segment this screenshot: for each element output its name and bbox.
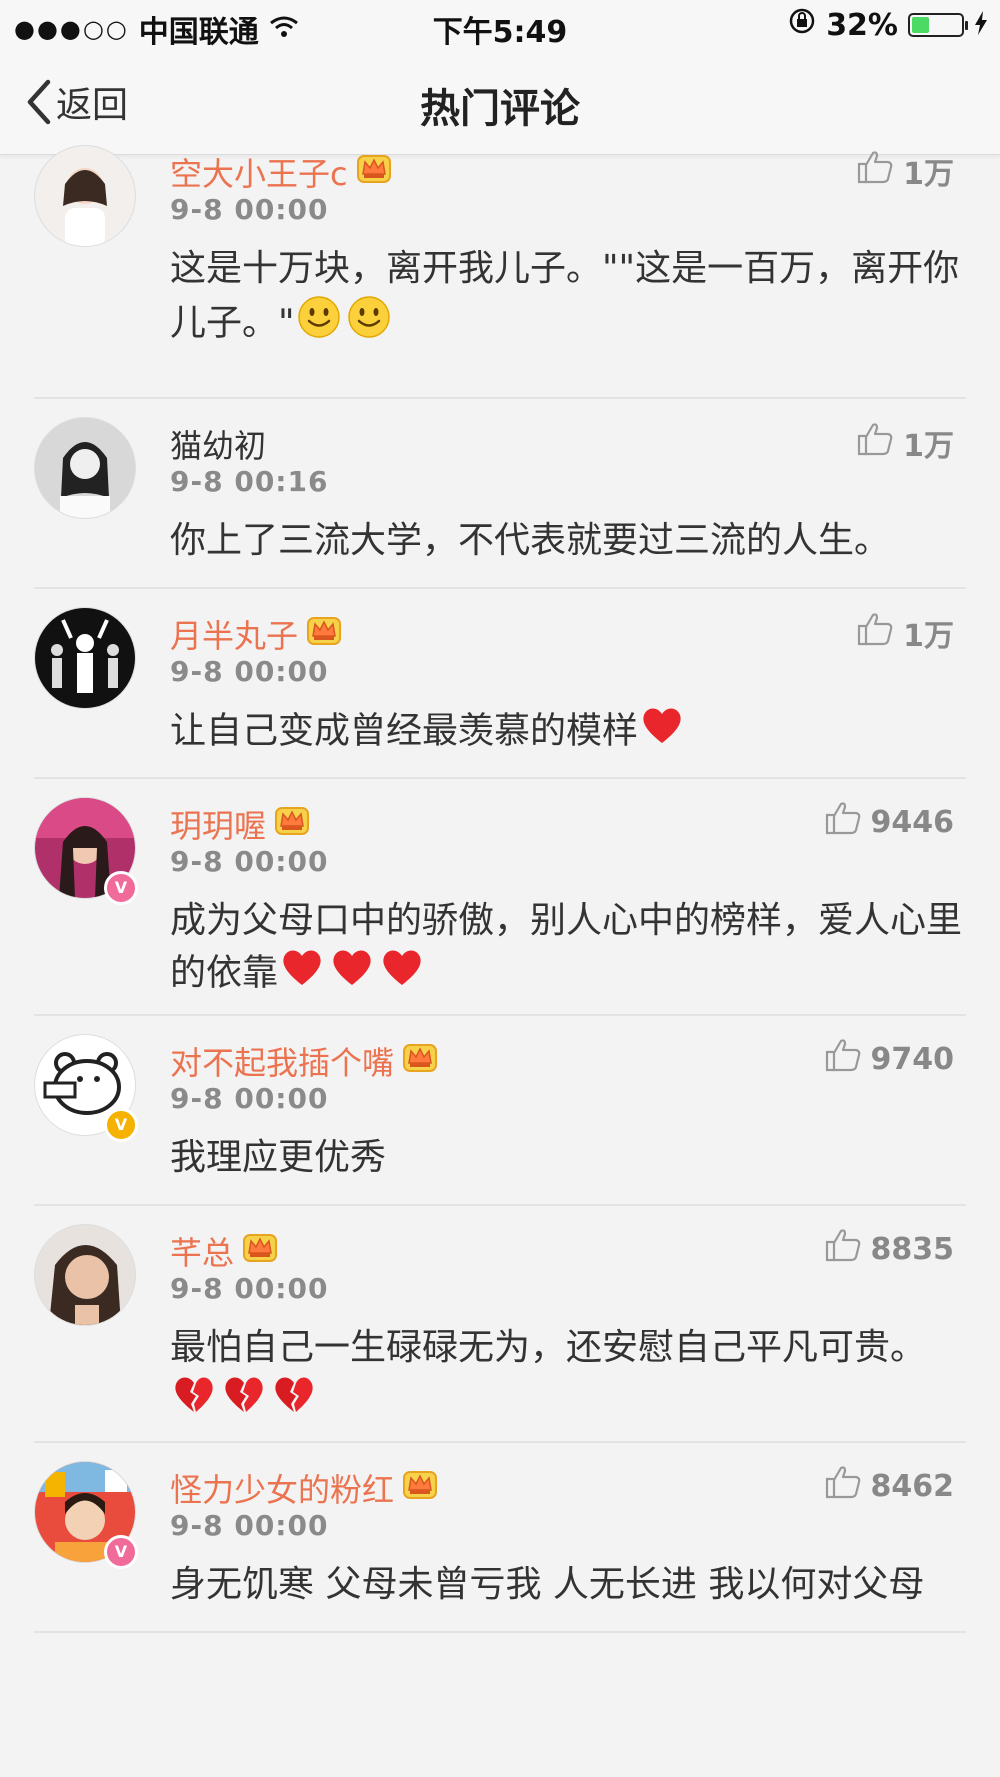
thumbs-up-icon <box>825 1228 861 1270</box>
vip-crown-icon <box>274 804 310 844</box>
comment-text: 最怕自己一生碌碌无为，还安慰自己平凡可贵。 <box>170 1322 966 1429</box>
charging-bolt-icon <box>974 8 988 43</box>
user-avatar[interactable] <box>34 607 136 709</box>
comment-text-content: 最怕自己一生碌碌无为，还安慰自己平凡可贵。 <box>170 1327 927 1368</box>
comment-time: 9-8 00:00 <box>170 655 329 688</box>
like-count: 1万 <box>903 429 954 464</box>
broken-heart-emoji <box>172 1374 216 1429</box>
comment-text: 让自己变成曾经最羡慕的模样 <box>170 705 966 760</box>
comment-item[interactable]: V 怪力少女的粉红 9-8 00:00 8462 身无饥寒 父母未曾亏我 人无长进 我以… <box>34 1443 966 1633</box>
comment-item[interactable]: 月半丸子 9-8 00:00 1万让自己变成曾经最羡慕的模样 <box>34 589 966 779</box>
comment-time: 9-8 00:00 <box>170 1082 329 1115</box>
thumbs-up-icon <box>857 612 893 654</box>
battery-icon <box>908 13 968 37</box>
comment-text: 你上了三流大学，不代表就要过三流的人生。 <box>170 515 966 567</box>
member-badge-icon: V <box>104 1535 138 1569</box>
like-button[interactable]: 1万 <box>857 611 954 655</box>
user-name-text: 对不起我插个嘴 <box>170 1044 395 1082</box>
like-button[interactable]: 8462 <box>825 1465 955 1507</box>
like-count: 1万 <box>903 619 954 654</box>
comment-text-content: 这是十万块，离开我儿子。""这是一百万，离开你儿子。" <box>170 248 960 344</box>
like-button[interactable]: 9446 <box>825 801 955 843</box>
comment-time: 9-8 00:00 <box>170 845 329 878</box>
user-name[interactable]: 月半丸子 <box>170 611 342 657</box>
member-badge-icon: V <box>104 871 138 905</box>
user-name[interactable]: 玥玥喔 <box>170 801 310 847</box>
comment-item[interactable]: 猫幼初 9-8 00:16 1万你上了三流大学，不代表就要过三流的人生。 <box>34 399 966 589</box>
comment-time: 9-8 00:16 <box>170 465 329 498</box>
comment-item[interactable]: 空大小王子c 9-8 00:00 1万这是十万块，离开我儿子。""这是一百万，离开你… <box>34 145 966 399</box>
user-name-text: 月半丸子 <box>170 617 299 655</box>
orientation-lock-icon <box>788 7 816 43</box>
vip-crown-icon <box>356 152 392 192</box>
like-count: 8835 <box>870 1231 955 1267</box>
user-name-text: 芊总 <box>170 1234 235 1272</box>
thumbs-up-icon <box>825 1465 861 1507</box>
like-button[interactable]: 1万 <box>857 421 954 465</box>
vip-crown-icon <box>402 1041 438 1081</box>
like-count: 8462 <box>870 1468 955 1504</box>
smile-emoji <box>347 295 391 354</box>
comment-item[interactable]: 芊总 9-8 00:00 8835 最怕自己一生碌碌无为，还安慰自己平凡可贵。 <box>34 1206 966 1443</box>
like-button[interactable]: 8835 <box>825 1228 955 1270</box>
user-avatar[interactable] <box>34 417 136 519</box>
comment-text: 这是十万块，离开我儿子。""这是一百万，离开你儿子。" <box>170 243 966 354</box>
comment-list: 空大小王子c 9-8 00:00 1万 这是十万块，离开我儿子。""这是一百万，离开你… <box>0 145 1000 1633</box>
user-avatar[interactable] <box>34 1224 136 1326</box>
user-name-text: 怪力少女的粉红 <box>170 1471 395 1509</box>
thumbs-up-icon <box>857 422 893 464</box>
comment-text-content: 身无饥寒 父母未曾亏我 人无长进 我以何对父母 <box>170 1564 925 1605</box>
verified-badge-icon: V <box>104 1108 138 1142</box>
thumbs-up-icon <box>825 801 861 843</box>
user-name[interactable]: 猫幼初 <box>170 421 266 467</box>
like-count: 9740 <box>870 1041 955 1077</box>
comment-time: 9-8 00:00 <box>170 1272 329 1305</box>
comment-item[interactable]: V 对不起我插个嘴 9-8 00:00 9740 我理应更优秀 <box>34 1016 966 1206</box>
page-title: 热门评论 <box>420 86 580 132</box>
comment-text: 身无饥寒 父母未曾亏我 人无长进 我以何对父母 <box>170 1559 966 1611</box>
broken-heart-emoji <box>272 1374 316 1429</box>
user-name[interactable]: 怪力少女的粉红 <box>170 1465 438 1511</box>
thumbs-up-icon <box>857 150 893 192</box>
vip-crown-icon <box>242 1231 278 1271</box>
like-button[interactable]: 9740 <box>825 1038 955 1080</box>
user-name-text: 猫幼初 <box>170 427 267 465</box>
navigation-bar: 返回 热门评论 <box>0 52 1000 155</box>
comment-text: 成为父母口中的骄傲，别人心中的榜样，爱人心里的依靠 <box>170 895 966 1002</box>
battery-percent: 32% <box>826 7 898 43</box>
like-button[interactable]: 1万 <box>857 149 954 193</box>
like-count: 9446 <box>870 804 955 840</box>
user-name[interactable]: 对不起我插个嘴 <box>170 1038 438 1084</box>
comment-time: 9-8 00:00 <box>170 1509 329 1542</box>
comment-text-content: 让自己变成曾经最羡慕的模样 <box>170 710 639 752</box>
heart-emoji <box>280 947 324 1002</box>
vip-crown-icon <box>306 614 342 654</box>
vip-crown-icon <box>402 1468 438 1508</box>
heart-emoji <box>330 947 374 1002</box>
comment-item[interactable]: V 玥玥喔 9-8 00:00 9446 成为父母口中的骄傲，别人心中的榜样，爱人心里的… <box>34 779 966 1016</box>
user-name-text: 空大小王子c <box>170 155 348 193</box>
comment-text: 我理应更优秀 <box>170 1132 966 1184</box>
user-name[interactable]: 芊总 <box>170 1228 278 1274</box>
status-bar: ●●●○○ 中国联通 下午5:49 32% <box>0 0 1000 52</box>
user-name[interactable]: 空大小王子c <box>170 149 392 195</box>
user-name-text: 玥玥喔 <box>170 807 267 845</box>
heart-emoji <box>640 705 684 760</box>
heart-emoji <box>380 947 424 1002</box>
like-count: 1万 <box>903 157 954 192</box>
smile-emoji <box>297 295 341 354</box>
comment-text-content: 你上了三流大学，不代表就要过三流的人生。 <box>170 520 891 561</box>
user-avatar[interactable] <box>34 145 136 247</box>
comment-time: 9-8 00:00 <box>170 193 329 226</box>
broken-heart-emoji <box>222 1374 266 1429</box>
thumbs-up-icon <box>825 1038 861 1080</box>
comment-text-content: 我理应更优秀 <box>170 1137 387 1178</box>
